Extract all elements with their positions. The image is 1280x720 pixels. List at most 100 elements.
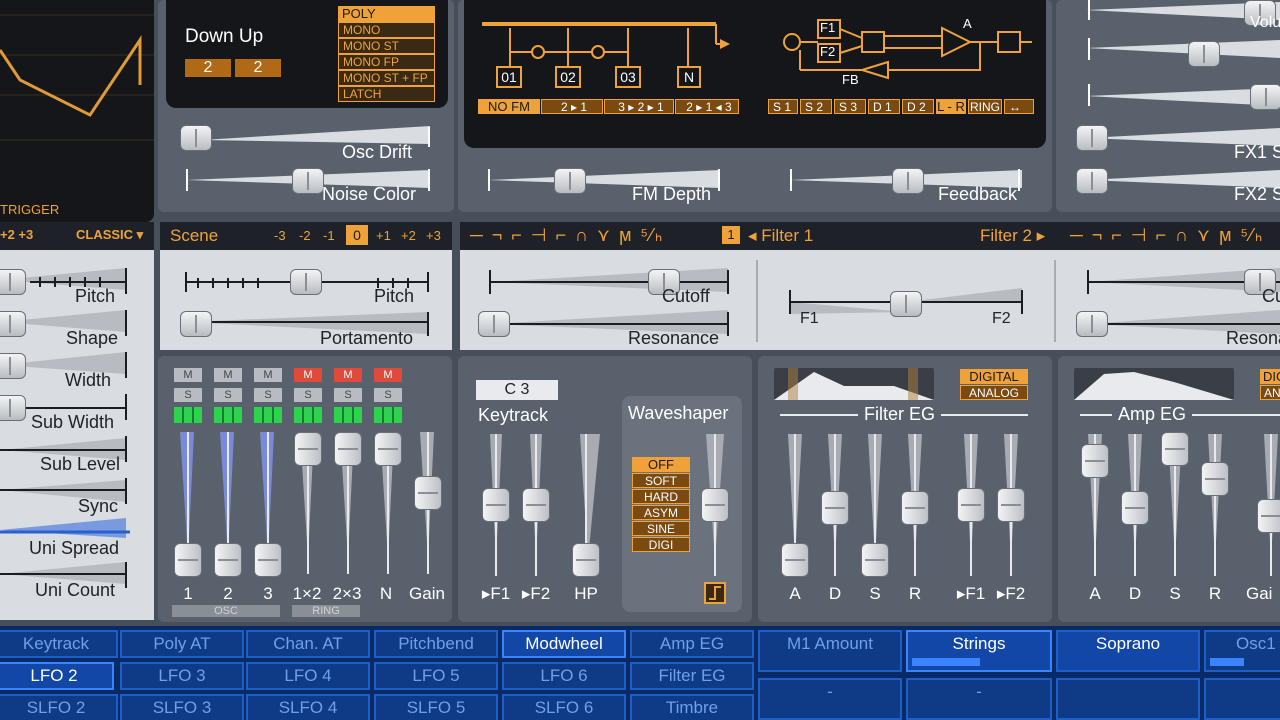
mod-source-slfo2[interactable]: SLFO 2	[0, 694, 118, 720]
width-slider[interactable]	[1250, 84, 1280, 110]
scene-oct-0[interactable]: 0	[346, 225, 368, 245]
mod-macro-slot-8[interactable]	[1204, 678, 1280, 720]
mute-osc3[interactable]: M	[254, 368, 282, 382]
solo-ring23[interactable]: S	[334, 388, 362, 402]
resonance-slider[interactable]	[478, 311, 510, 337]
solo-osc2[interactable]: S	[214, 388, 242, 402]
playmode-mono-st-fp[interactable]: MONO ST + FP	[338, 70, 435, 86]
solo-osc1[interactable]: S	[174, 388, 202, 402]
mod-macro-slot-7[interactable]	[1056, 678, 1200, 720]
highpass-fader[interactable]	[572, 543, 600, 577]
playmode-latch[interactable]: LATCH	[338, 86, 435, 102]
arp-value-1[interactable]: 2	[185, 59, 231, 77]
scene-oct-p3[interactable]: +3	[426, 228, 441, 243]
filter-eg-analog[interactable]: ANALOG	[960, 385, 1028, 400]
fader-osc1[interactable]	[174, 543, 202, 577]
waveshaper-off[interactable]: OFF	[632, 457, 690, 472]
filter-config-d1[interactable]: D 1	[868, 99, 900, 114]
mod-source-slfo4[interactable]: SLFO 4	[246, 694, 370, 720]
macro-osc1-bar[interactable]	[1210, 658, 1244, 666]
filter-eg-f2-fader[interactable]	[997, 488, 1025, 522]
route-ring23[interactable]	[334, 407, 362, 423]
mute-noise[interactable]: M	[374, 368, 402, 382]
waveshaper-digi[interactable]: DIGI	[632, 537, 690, 552]
portamento-slider[interactable]	[180, 311, 212, 337]
fader-ring23[interactable]	[334, 432, 362, 466]
scene-oct-m3[interactable]: -3	[274, 228, 286, 243]
fx2-send-slider[interactable]	[1076, 168, 1108, 194]
mod-source-timbre[interactable]: Timbre	[630, 694, 754, 720]
mod-source-filter-eg[interactable]: Filter EG	[630, 662, 754, 690]
playmode-mono-st[interactable]: MONO ST	[338, 38, 435, 54]
mod-source-poly-at[interactable]: Poly AT	[120, 630, 244, 658]
osc-octave-buttons[interactable]: +2 +3	[0, 227, 33, 242]
scene-oct-p1[interactable]: +1	[376, 228, 391, 243]
mod-source-lfo3[interactable]: LFO 3	[120, 662, 244, 690]
filter-config-lr[interactable]: L - R	[936, 99, 966, 114]
mod-source-modwheel[interactable]: Modwheel	[502, 630, 626, 658]
mod-macro-m1[interactable]: M1 Amount	[758, 630, 902, 672]
mod-source-keytrack[interactable]: Keytrack	[0, 630, 118, 658]
mod-source-slfo6[interactable]: SLFO 6	[502, 694, 626, 720]
waveshaper-drive-fader[interactable]	[701, 488, 729, 522]
osc-drift-slider[interactable]	[180, 125, 212, 151]
mute-ring12[interactable]: M	[294, 368, 322, 382]
feedback-slider[interactable]	[892, 168, 924, 194]
noise-color-slider[interactable]	[292, 168, 324, 194]
fader-osc2[interactable]	[214, 543, 242, 577]
waveshaper-hard[interactable]: HARD	[632, 489, 690, 504]
amp-eg-release-fader[interactable]	[1201, 462, 1229, 496]
solo-noise[interactable]: S	[374, 388, 402, 402]
filter1-type-icons[interactable]: ─ ¬ ⌐ ⊣ ⌐ ∩ ⋎ ϻ ⁵⁄ₕ	[470, 225, 664, 246]
filter2-type-icons[interactable]: ─ ¬ ⌐ ⊣ ⌐ ∩ ⋎ ϻ ⁵⁄ₕ	[1070, 225, 1264, 246]
solo-ring12[interactable]: S	[294, 388, 322, 402]
fm-route-3-2-1[interactable]: 3 ▸ 2 ▸ 1	[604, 99, 674, 114]
mod-source-slfo3[interactable]: SLFO 3	[120, 694, 244, 720]
osc-width-slider[interactable]	[0, 353, 26, 379]
waveshaper-curve-icon[interactable]	[704, 582, 726, 604]
mod-source-pitchbend[interactable]: Pitchbend	[374, 630, 498, 658]
filter-config-swap[interactable]: ↔	[1004, 99, 1034, 114]
macro-strings-bar[interactable]	[912, 658, 980, 666]
amp-gain-fader[interactable]	[1257, 499, 1280, 533]
filter1-label[interactable]: ◂ Filter 1	[748, 226, 813, 246]
filter-config-s2[interactable]: S 2	[800, 99, 832, 114]
fm-depth-slider[interactable]	[554, 168, 586, 194]
playmode-mono[interactable]: MONO	[338, 22, 435, 38]
waveshaper-asym[interactable]: ASYM	[632, 505, 690, 520]
fx1-send-slider[interactable]	[1076, 125, 1108, 151]
amp-eg-sustain-fader[interactable]	[1161, 432, 1189, 466]
pan-slider[interactable]	[1188, 41, 1220, 67]
filter-config-s3[interactable]: S 3	[834, 99, 866, 114]
amp-eg-digital[interactable]: DIGI	[1260, 369, 1280, 384]
solo-osc3[interactable]: S	[254, 388, 282, 402]
scene-oct-p2[interactable]: +2	[401, 228, 416, 243]
trigger-label[interactable]: TRIGGER	[0, 202, 59, 217]
scene-pitch-slider[interactable]	[290, 269, 322, 295]
route-osc1[interactable]	[174, 407, 202, 423]
fader-gain[interactable]	[414, 476, 442, 510]
mute-ring23[interactable]: M	[334, 368, 362, 382]
resonance2-slider[interactable]	[1076, 311, 1108, 337]
filter2-label[interactable]: Filter 2 ▸	[980, 226, 1045, 246]
playmode-poly[interactable]: POLY	[338, 6, 435, 22]
mute-osc1[interactable]: M	[174, 368, 202, 382]
fader-noise[interactable]	[374, 432, 402, 466]
filter-eg-sustain-fader[interactable]	[861, 543, 889, 577]
filter-eg-digital[interactable]: DIGITAL	[960, 369, 1028, 384]
route-osc3[interactable]	[254, 407, 282, 423]
mod-source-lfo6[interactable]: LFO 6	[502, 662, 626, 690]
filter-config-ring[interactable]: RING	[968, 99, 1002, 114]
mod-source-chan-at[interactable]: Chan. AT	[246, 630, 370, 658]
osc-sub-width-slider[interactable]	[0, 395, 26, 421]
filter-eg-attack-fader[interactable]	[781, 543, 809, 577]
mod-macro-slot-6[interactable]: -	[906, 678, 1052, 720]
scene-oct-m1[interactable]: -1	[323, 228, 335, 243]
mute-osc2[interactable]: M	[214, 368, 242, 382]
waveshaper-soft[interactable]: SOFT	[632, 473, 690, 488]
route-ring12[interactable]	[294, 407, 322, 423]
mod-macro-soprano[interactable]: Soprano	[1056, 630, 1200, 672]
osc-shape-slider[interactable]	[0, 311, 26, 337]
osc-type-dropdown[interactable]: CLASSIC ▾	[76, 227, 143, 243]
filter-eg-decay-fader[interactable]	[821, 491, 849, 525]
